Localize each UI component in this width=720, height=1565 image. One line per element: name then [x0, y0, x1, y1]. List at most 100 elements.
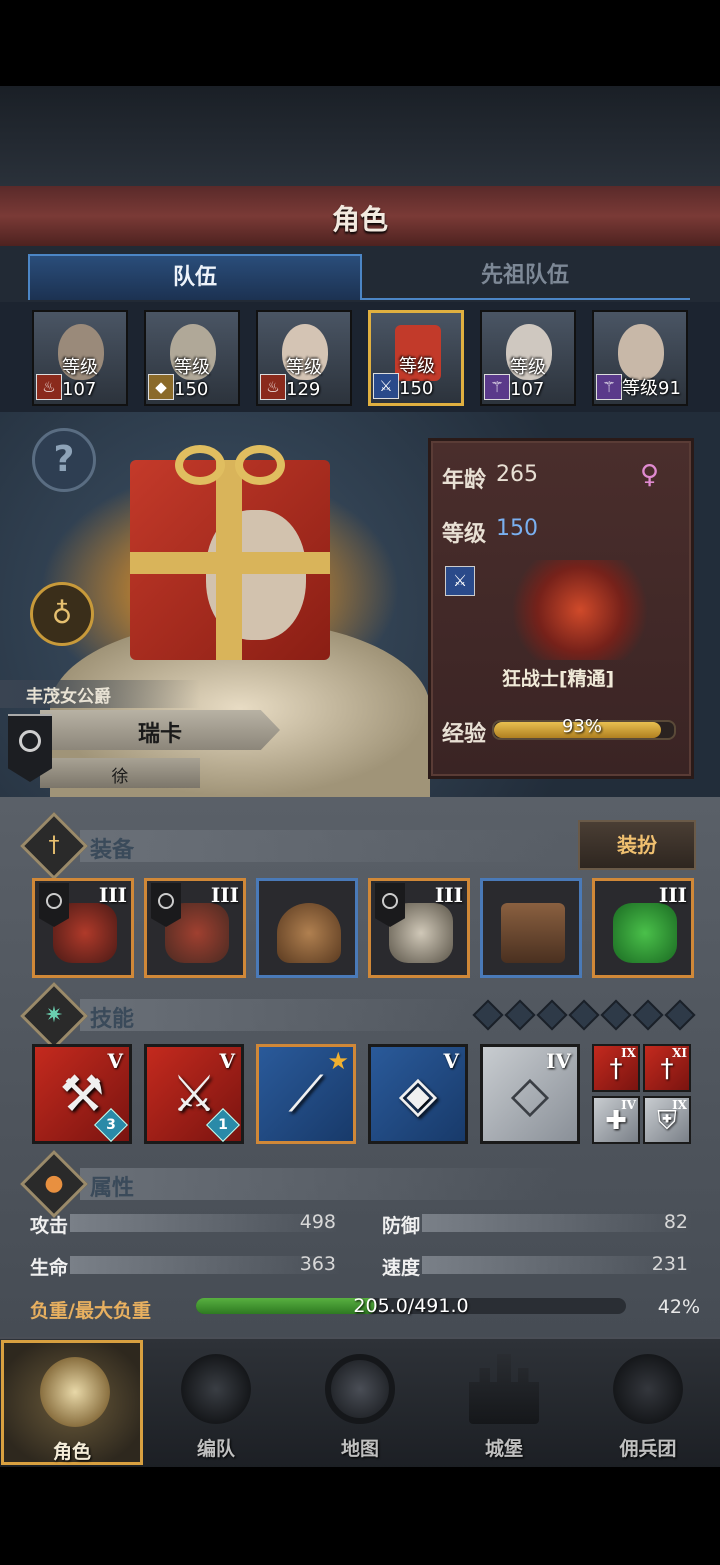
help-button[interactable]: ?	[32, 428, 96, 492]
skill-slot-3[interactable]: ⟋ ★	[256, 1044, 356, 1144]
passive-skill-3[interactable]: ✚ IV	[592, 1096, 640, 1144]
nav-character[interactable]: 角色	[1, 1340, 143, 1465]
nav-label: 地图	[340, 1438, 379, 1460]
faction-flag-icon	[151, 883, 181, 927]
equip-slot-3[interactable]	[256, 878, 358, 978]
defense-value: 82	[663, 1211, 688, 1233]
faction-banner-icon	[8, 714, 52, 782]
nav-label: 编队	[196, 1438, 235, 1460]
hero-level: 等级129	[286, 357, 322, 400]
character-title-text: 丰茂女公爵	[26, 687, 111, 707]
class-name: 狂战士[精通]	[501, 668, 615, 690]
equipment-section-title: 装备	[90, 838, 135, 863]
passive-skill-2[interactable]: † XI	[643, 1044, 691, 1092]
equip-slot-2[interactable]: III	[144, 878, 246, 978]
tab-team[interactable]: 队伍	[28, 254, 362, 300]
roster-hero-2[interactable]: ◆ 等级150	[144, 310, 240, 406]
passive-rank: IX	[621, 1046, 636, 1060]
passive-rank: IX	[672, 1098, 687, 1112]
character-subname-plate: 徐	[40, 758, 200, 788]
sword-class-icon: ⚔	[373, 373, 399, 399]
helmet-icon	[277, 903, 341, 963]
speed-value: 231	[651, 1253, 688, 1275]
exp-percent: 93%	[561, 716, 602, 737]
load-label: 负重/最大负重	[30, 1300, 151, 1322]
boots-icon	[501, 903, 565, 963]
potion-icon[interactable]: ♁	[30, 582, 94, 646]
hp-value: 363	[299, 1253, 336, 1275]
outfit-button[interactable]: 装扮	[578, 820, 696, 870]
skill-count: 1	[218, 1117, 228, 1133]
equip-slot-5[interactable]	[480, 878, 582, 978]
skill-rank: IV	[546, 1049, 571, 1073]
nav-mercenary[interactable]: 佣兵团	[577, 1340, 719, 1465]
section-bar	[80, 999, 470, 1031]
character-name-plate[interactable]: 瑞卡	[40, 710, 280, 750]
crystal-shield-icon: ◇	[510, 1065, 550, 1123]
roster-hero-6[interactable]: ⚚ 等级91	[592, 310, 688, 406]
hero-level: 等级91	[622, 378, 681, 399]
roster-hero-3[interactable]: ♨ 等级129	[256, 310, 352, 406]
equip-slot-6[interactable]: III	[592, 878, 694, 978]
skill-slot-5[interactable]: ◇ IV	[480, 1044, 580, 1144]
roster-hero-4-selected[interactable]: ⚔ 等级150	[368, 310, 464, 406]
knight-icon	[40, 1357, 110, 1427]
nav-formation[interactable]: 编队	[145, 1340, 287, 1465]
age-value: 265	[496, 462, 538, 487]
attributes-section-title: 属性	[90, 1176, 135, 1201]
equip-rank: III	[210, 883, 239, 907]
top-band	[0, 86, 720, 186]
nav-label: 城堡	[484, 1438, 523, 1460]
equip-slot-1[interactable]: III	[32, 878, 134, 978]
gift-bow	[175, 445, 285, 495]
hero-level: 等级150	[174, 357, 210, 400]
fire-class-icon: ♨	[260, 374, 286, 400]
sword-class-icon: ⚔	[445, 566, 475, 596]
equip-rank: III	[98, 883, 127, 907]
tab-strip: 队伍 先祖队伍	[0, 246, 720, 302]
exp-label: 经验	[442, 722, 487, 747]
section-bar	[80, 1168, 560, 1200]
equip-rank: III	[658, 883, 687, 907]
roster-hero-5[interactable]: ⚚ 等级107	[480, 310, 576, 406]
bottom-area	[0, 1467, 720, 1565]
nav-castle[interactable]: 城堡	[433, 1340, 575, 1465]
character-subname: 徐	[111, 767, 129, 787]
skill-slot-1[interactable]: ⚒ V 3	[32, 1044, 132, 1144]
skill-slot-2[interactable]: ⚔ V 1	[144, 1044, 244, 1144]
passive-skill-1[interactable]: † IX	[592, 1044, 640, 1092]
skills-section-title: 技能	[90, 1007, 135, 1032]
mercenary-icon	[613, 1354, 683, 1424]
hp-label: 生命	[30, 1257, 69, 1279]
nav-label: 角色	[52, 1441, 91, 1463]
character-name: 瑞卡	[137, 722, 182, 747]
helmet-squad-icon	[181, 1354, 251, 1424]
castle-icon	[469, 1354, 539, 1424]
passive-rank: XI	[672, 1046, 687, 1060]
hero-level: 等级107	[510, 357, 546, 400]
skill-rank: V	[219, 1049, 235, 1073]
nav-label: 佣兵团	[619, 1438, 677, 1460]
level-value: 150	[496, 516, 538, 541]
skill-count: 3	[106, 1117, 116, 1133]
equip-slot-4[interactable]: III	[368, 878, 470, 978]
passive-skill-4[interactable]: ⛨ IX	[643, 1096, 691, 1144]
section-bar	[80, 830, 560, 862]
load-value: 205.0/491.0	[353, 1295, 469, 1317]
staff-class-icon: ⚚	[484, 374, 510, 400]
roster-hero-1[interactable]: ♨ 等级107	[32, 310, 128, 406]
attack-label: 攻击	[30, 1215, 69, 1237]
skill-rank: V	[443, 1049, 459, 1073]
hero-roster: ♨ 等级107 ◆ 等级150 ♨ 等级129 ⚔ 等级150 ⚚ 等级107 …	[0, 302, 720, 412]
crystal-axe-icon: ◈	[398, 1065, 438, 1123]
faction-flag-icon	[375, 883, 405, 927]
passive-rank: IV	[621, 1098, 636, 1112]
staff-class-icon: ⚚	[596, 374, 622, 400]
faction-flag-icon	[39, 883, 69, 927]
tab-ancestor-team[interactable]: 先祖队伍	[360, 254, 690, 300]
shield-class-icon: ◆	[148, 374, 174, 400]
skill-slot-4[interactable]: ◈ V	[368, 1044, 468, 1144]
hero-level: 等级150	[399, 356, 435, 399]
nav-map[interactable]: 地图	[289, 1340, 431, 1465]
hero-face	[618, 324, 664, 380]
